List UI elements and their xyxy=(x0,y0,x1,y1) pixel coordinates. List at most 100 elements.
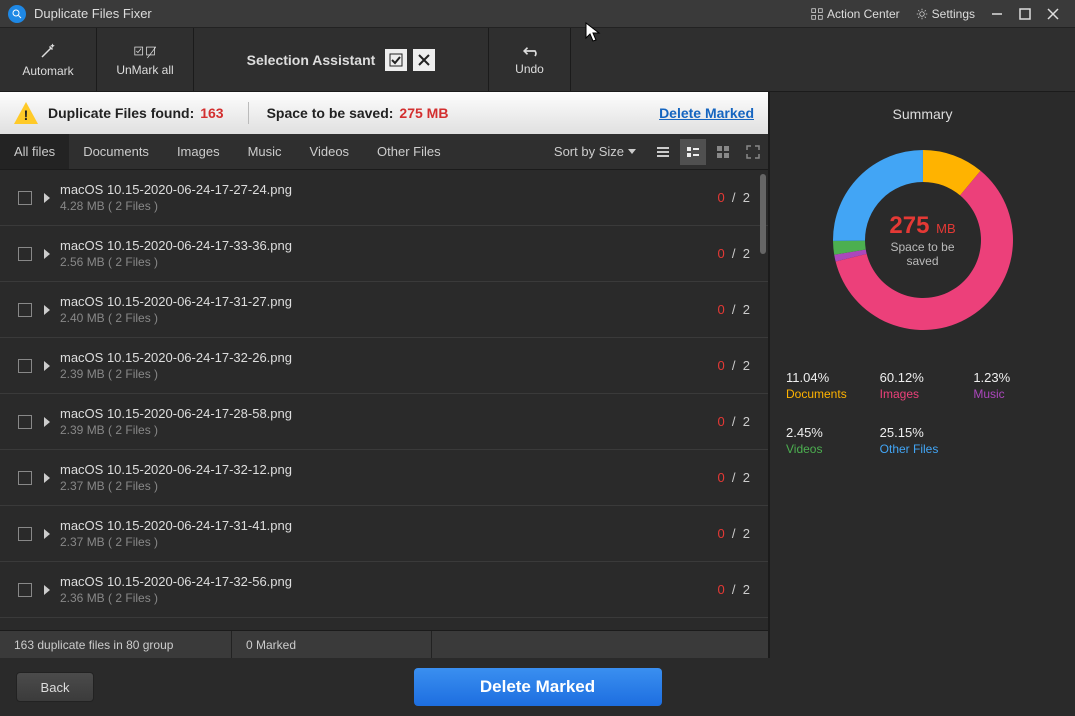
row-checkbox[interactable] xyxy=(18,415,32,429)
space-value: 275 MB xyxy=(399,105,448,121)
warning-icon: ! xyxy=(14,102,38,124)
expand-icon[interactable] xyxy=(44,193,50,203)
maximize-button[interactable] xyxy=(1011,0,1039,28)
close-button[interactable] xyxy=(1039,0,1067,28)
stat-pct: 1.23% xyxy=(973,370,1059,385)
table-row[interactable]: macOS 10.15-2020-06-24-17-32-26.png2.39 … xyxy=(0,338,768,394)
stat-pct: 60.12% xyxy=(880,370,966,385)
file-count: 0 / 2 xyxy=(717,470,750,485)
table-row[interactable]: macOS 10.15-2020-06-24-17-32-56.png 2.36 … xyxy=(0,562,768,618)
file-count: 0 / 2 xyxy=(717,358,750,373)
file-name: macOS 10.15-2020-06-24-17-31-41.png xyxy=(60,518,717,533)
settings-button[interactable]: Settings xyxy=(916,7,975,21)
file-name: macOS 10.15-2020-06-24-17-28-58.png xyxy=(60,406,717,421)
tab-music[interactable]: Music xyxy=(234,134,296,169)
delete-marked-button[interactable]: Delete Marked xyxy=(414,668,662,706)
expand-icon[interactable] xyxy=(44,473,50,483)
stat-videos: 2.45% Videos xyxy=(786,425,872,456)
stat-label: Videos xyxy=(786,442,872,456)
table-row[interactable]: macOS 10.15-2020-06-24-17-28-58.png 2.39 … xyxy=(0,394,768,450)
file-sub: 2.36 MB ( 2 Files ) xyxy=(60,591,717,605)
stat-pct: 25.15% xyxy=(880,425,966,440)
grid-icon xyxy=(811,8,823,20)
center-sub2: saved xyxy=(906,254,938,268)
file-sub: 4.28 MB ( 2 Files ) xyxy=(60,199,717,213)
center-sub1: Space to be xyxy=(890,240,954,254)
automark-label: Automark xyxy=(22,64,73,78)
action-center-label: Action Center xyxy=(827,7,900,21)
row-checkbox[interactable] xyxy=(18,191,32,205)
scrollbar-thumb[interactable] xyxy=(760,174,766,254)
table-row[interactable]: macOS 10.15-2020-06-24-17-27-24.png4.28 … xyxy=(0,170,768,226)
file-count: 0 / 2 xyxy=(717,246,750,261)
table-row[interactable]: macOS 10.15-2020-06-24-17-31-27.png 2.40 … xyxy=(0,282,768,338)
delete-marked-link[interactable]: Delete Marked xyxy=(659,105,754,121)
tab-documents[interactable]: Documents xyxy=(69,134,163,169)
titlebar: Duplicate Files Fixer Action Center Sett… xyxy=(0,0,1075,28)
undo-label: Undo xyxy=(515,62,544,76)
filter-bar: All filesDocumentsImagesMusicVideosOther… xyxy=(0,134,768,170)
file-sub: 2.40 MB ( 2 Files ) xyxy=(60,311,717,325)
file-count: 0 / 2 xyxy=(717,582,750,597)
file-sub: 2.56 MB ( 2 Files ) xyxy=(60,255,717,269)
stat-pct: 2.45% xyxy=(786,425,872,440)
automark-button[interactable]: Automark xyxy=(0,28,97,91)
view-list-icon[interactable] xyxy=(650,139,676,165)
summary-title: Summary xyxy=(893,106,953,122)
wand-icon xyxy=(38,42,58,60)
undo-icon xyxy=(520,44,540,58)
row-checkbox[interactable] xyxy=(18,471,32,485)
fullscreen-icon[interactable] xyxy=(740,139,766,165)
file-count: 0 / 2 xyxy=(717,526,750,541)
expand-icon[interactable] xyxy=(44,529,50,539)
stat-label: Images xyxy=(880,387,966,401)
tab-other-files[interactable]: Other Files xyxy=(363,134,455,169)
table-row[interactable]: macOS 10.15-2020-06-24-17-32-12.png2.37 … xyxy=(0,450,768,506)
row-checkbox[interactable] xyxy=(18,247,32,261)
tab-images[interactable]: Images xyxy=(163,134,234,169)
file-sub: 2.39 MB ( 2 Files ) xyxy=(60,423,717,437)
status-group-info: 163 duplicate files in 80 group xyxy=(0,631,232,658)
expand-icon[interactable] xyxy=(44,361,50,371)
file-name: macOS 10.15-2020-06-24-17-32-56.png xyxy=(60,574,717,589)
tab-videos[interactable]: Videos xyxy=(296,134,364,169)
view-detail-icon[interactable] xyxy=(680,139,706,165)
undo-button[interactable]: Undo xyxy=(489,28,571,91)
donut-chart: 275 MB Space to be saved xyxy=(823,140,1023,340)
summary-bar: ! Duplicate Files found: 163 Space to be… xyxy=(0,92,768,134)
row-checkbox[interactable] xyxy=(18,359,32,373)
view-grid-icon[interactable] xyxy=(710,139,736,165)
maximize-icon xyxy=(1019,8,1031,20)
center-value: 275 xyxy=(889,212,929,239)
table-row[interactable]: macOS 10.15-2020-06-24-17-33-36.png2.56 … xyxy=(0,226,768,282)
status-marked: 0 Marked xyxy=(232,631,432,658)
expand-icon[interactable] xyxy=(44,585,50,595)
file-sub: 2.37 MB ( 2 Files ) xyxy=(60,479,717,493)
statusbar: 163 duplicate files in 80 group 0 Marked xyxy=(0,630,768,658)
back-label: Back xyxy=(41,680,70,695)
chevron-down-icon xyxy=(628,149,636,155)
file-name: macOS 10.15-2020-06-24-17-31-27.png xyxy=(60,294,717,309)
expand-icon[interactable] xyxy=(44,305,50,315)
assistant-tools-icon[interactable] xyxy=(413,49,435,71)
stat-label: Music xyxy=(973,387,1059,401)
expand-icon[interactable] xyxy=(44,417,50,427)
stat-music: 1.23% Music xyxy=(973,370,1059,401)
sort-dropdown[interactable]: Sort by Size xyxy=(554,144,636,159)
stat-documents: 11.04%Documents xyxy=(786,370,872,401)
tab-all-files[interactable]: All files xyxy=(0,134,69,169)
minimize-button[interactable] xyxy=(983,0,1011,28)
row-checkbox[interactable] xyxy=(18,303,32,317)
center-unit: MB xyxy=(936,221,956,236)
expand-icon[interactable] xyxy=(44,249,50,259)
back-button[interactable]: Back xyxy=(16,672,94,702)
table-row[interactable]: macOS 10.15-2020-06-24-17-31-41.png2.37 … xyxy=(0,506,768,562)
settings-label: Settings xyxy=(932,7,975,21)
selection-assistant-button[interactable]: Selection Assistant xyxy=(194,28,489,91)
action-center-button[interactable]: Action Center xyxy=(811,7,900,21)
unmark-all-button[interactable]: UnMark all xyxy=(97,28,194,91)
assistant-check-icon[interactable] xyxy=(385,49,407,71)
row-checkbox[interactable] xyxy=(18,527,32,541)
row-checkbox[interactable] xyxy=(18,583,32,597)
stat-pct: 11.04% xyxy=(786,370,872,385)
